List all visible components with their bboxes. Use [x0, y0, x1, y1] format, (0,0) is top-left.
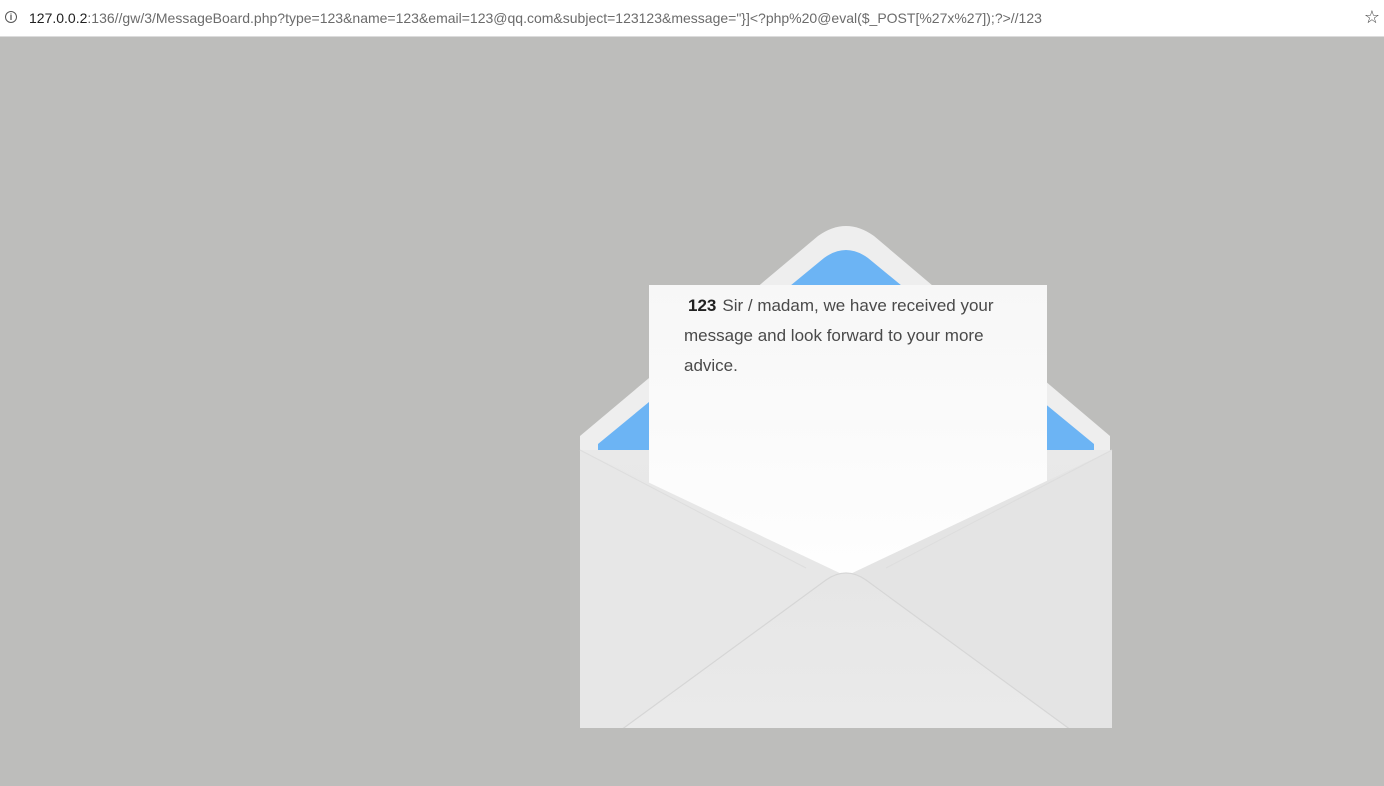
url-path: :136//gw/3/MessageBoard.php?type=123&nam…: [87, 10, 1042, 26]
star-icon[interactable]: ☆: [1364, 7, 1380, 27]
url-host: 127.0.0.2: [29, 10, 88, 26]
url-text[interactable]: 127.0.0.2:136//gw/3/MessageBoard.php?typ…: [29, 10, 1042, 26]
info-icon[interactable]: i: [5, 11, 17, 23]
recipient-name: 123: [688, 296, 717, 315]
browser-address-bar[interactable]: i 127.0.0.2:136//gw/3/MessageBoard.php?t…: [0, 0, 1384, 37]
envelope-illustration: [579, 226, 1113, 728]
confirmation-text: Sir / madam, we have received your messa…: [684, 296, 994, 375]
letter-message: 123 Sir / madam, we have received your me…: [684, 291, 1020, 381]
